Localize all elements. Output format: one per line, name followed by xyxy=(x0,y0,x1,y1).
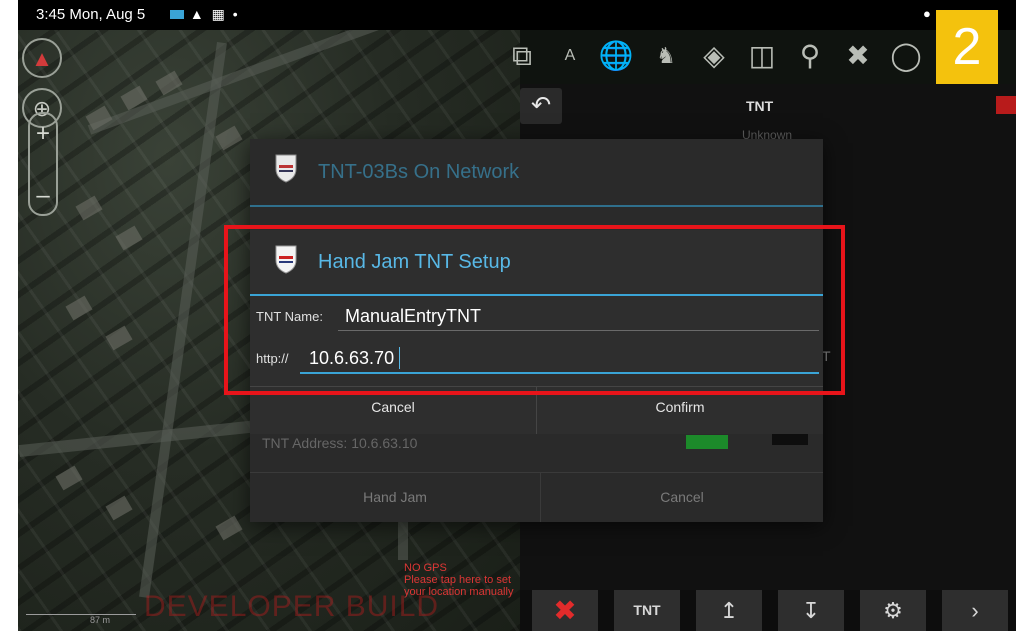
notification-icons: ▲ ▦ • xyxy=(170,6,240,23)
settings-icon[interactable]: ⚙ xyxy=(860,590,926,631)
hand-jam-button[interactable]: Hand Jam xyxy=(250,473,540,522)
ruler-icon[interactable]: A xyxy=(550,36,590,76)
compass-icon[interactable]: ▲ xyxy=(22,38,62,78)
map-scale: 87 m xyxy=(26,614,136,625)
dot-icon: • xyxy=(232,6,240,22)
notification-icon: ▲ xyxy=(189,6,206,22)
zoom-control: + – xyxy=(28,112,58,216)
tnt-button[interactable]: TNT xyxy=(614,590,680,631)
cancel-x-icon[interactable]: ✖ xyxy=(532,590,598,631)
map-icon[interactable]: ◫ xyxy=(742,36,782,76)
dialog-divider xyxy=(250,205,823,207)
status-clock: 3:45 Mon, Aug 5 xyxy=(36,6,146,23)
overflow-icon[interactable]: ◯ xyxy=(886,36,926,76)
close-tools-icon[interactable]: ✖ xyxy=(838,36,878,76)
location-icon: ● xyxy=(923,6,931,21)
developer-build-watermark: DEVELOPER BUILD xyxy=(144,590,440,623)
back-icon[interactable]: ↶ xyxy=(520,88,562,124)
network-cancel-button[interactable]: Cancel xyxy=(541,473,823,522)
contacts-icon[interactable]: ♞ xyxy=(646,36,686,76)
expand-icon[interactable]: ⧉ xyxy=(502,36,542,76)
highlight-box xyxy=(224,225,845,395)
status-bar: 3:45 Mon, Aug 5 ▲ ▦ • ● ▼ xyxy=(18,0,1016,30)
step-badge: 2 xyxy=(936,10,998,84)
calendar-icon: ▦ xyxy=(211,6,227,22)
zoom-out-icon[interactable]: – xyxy=(30,182,56,210)
connection-status-green xyxy=(686,435,728,449)
tablet-screen: 3:45 Mon, Aug 5 ▲ ▦ • ● ▼ ▲ ⊕ + – ⧉ A 🌐 … xyxy=(18,0,1016,631)
globe-icon[interactable]: 🌐 xyxy=(596,36,636,76)
add-marker-icon[interactable]: ⚲ xyxy=(790,36,830,76)
zoom-in-icon[interactable]: + xyxy=(30,120,56,148)
no-gps-notice[interactable]: NO GPS Please tap here to set your locat… xyxy=(404,562,514,598)
status-indicator xyxy=(996,96,1016,114)
next-icon[interactable]: › xyxy=(942,590,1008,631)
download-icon[interactable]: ↧ xyxy=(778,590,844,631)
shield-logo-icon xyxy=(274,153,298,188)
panel-title: TNT xyxy=(746,98,774,114)
dialog-title: TNT-03Bs On Network xyxy=(318,161,520,183)
message-icon xyxy=(170,10,184,19)
layers-icon[interactable]: ◈ xyxy=(694,36,734,76)
tnt-address: TNT Address: 10.6.63.10 xyxy=(262,435,418,451)
bottom-toolbar: ✖ TNT ↥ ↧ ⚙ › xyxy=(520,590,1016,631)
upload-icon[interactable]: ↥ xyxy=(696,590,762,631)
